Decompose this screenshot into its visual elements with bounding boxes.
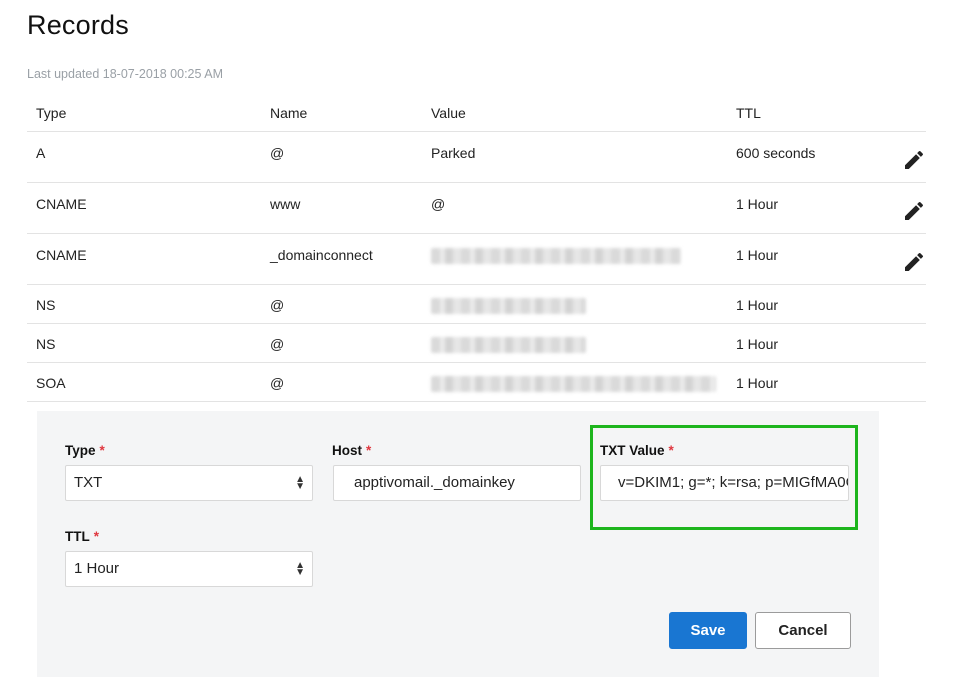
save-button[interactable]: Save <box>669 612 747 649</box>
cell-ttl: 1 Hour <box>727 233 886 285</box>
required-mark: * <box>366 443 372 458</box>
table-row: NS @ 1 Hour <box>27 323 926 363</box>
header-type: Type <box>27 94 261 132</box>
pencil-icon[interactable] <box>902 199 926 226</box>
empty-cell <box>886 284 926 324</box>
cell-ttl: 1 Hour <box>727 323 886 363</box>
cell-ttl: 600 seconds <box>727 131 886 183</box>
cell-type: NS <box>27 284 261 324</box>
updown-arrows-icon: ▲ ▼ <box>295 560 305 578</box>
cell-ttl: 1 Hour <box>727 182 886 234</box>
edit-cell <box>886 131 926 183</box>
page-title: Records <box>27 10 129 40</box>
type-label: Type * <box>65 443 105 458</box>
redacted-value <box>431 376 716 393</box>
redacted-value <box>431 337 586 354</box>
cancel-button[interactable]: Cancel <box>755 612 851 649</box>
cell-type: A <box>27 131 261 183</box>
header-actions <box>886 94 926 132</box>
cell-value <box>422 323 727 363</box>
empty-cell <box>886 323 926 363</box>
type-select-value: TXT <box>74 474 103 491</box>
cell-name: @ <box>261 284 422 324</box>
cell-type: NS <box>27 323 261 363</box>
table-row: NS @ 1 Hour <box>27 284 926 324</box>
cell-name: @ <box>261 323 422 363</box>
required-mark: * <box>99 443 105 458</box>
cell-name: www <box>261 182 422 234</box>
cell-value <box>422 233 727 285</box>
empty-cell <box>886 362 926 402</box>
cell-value <box>422 362 727 402</box>
ttl-select-value: 1 Hour <box>74 560 120 577</box>
cell-name: _domainconnect <box>261 233 422 285</box>
cell-ttl: 1 Hour <box>727 362 886 402</box>
cell-ttl: 1 Hour <box>727 284 886 324</box>
header-ttl: TTL <box>727 94 886 132</box>
redacted-value <box>431 248 681 265</box>
header-name: Name <box>261 94 422 132</box>
pencil-icon[interactable] <box>902 250 926 277</box>
redacted-value <box>431 298 586 315</box>
table-row: CNAME www @ 1 Hour <box>27 182 926 234</box>
last-updated-text: Last updated 18-07-2018 00:25 AM <box>27 67 223 81</box>
table-row: A @ Parked 600 seconds <box>27 131 926 183</box>
header-value: Value <box>422 94 727 132</box>
cell-name: @ <box>261 131 422 183</box>
host-label: Host * <box>332 443 372 458</box>
updown-arrows-icon: ▲ ▼ <box>295 474 305 492</box>
edit-cell <box>886 233 926 285</box>
cell-value <box>422 284 727 324</box>
table-row: CNAME _domainconnect 1 Hour <box>27 233 926 285</box>
table-row: SOA @ 1 Hour <box>27 362 926 402</box>
cell-type: CNAME <box>27 182 261 234</box>
required-mark: * <box>93 529 100 544</box>
ttl-label: TTL * <box>65 529 100 544</box>
cell-value: Parked <box>422 131 727 183</box>
ttl-select[interactable]: 1 Hour ▲ ▼ <box>65 551 313 587</box>
cell-type: SOA <box>27 362 261 402</box>
cell-type: CNAME <box>27 233 261 285</box>
table-header-row: Type Name Value TTL <box>27 94 926 132</box>
dns-records-table: Type Name Value TTL A @ Parked 600 secon… <box>27 94 926 402</box>
cell-value: @ <box>422 182 727 234</box>
highlight-box <box>590 425 858 530</box>
host-input[interactable]: apptivomail._domainkey <box>333 465 581 501</box>
edit-cell <box>886 182 926 234</box>
pencil-icon[interactable] <box>902 148 926 175</box>
cell-name: @ <box>261 362 422 402</box>
type-select[interactable]: TXT ▲ ▼ <box>65 465 313 501</box>
